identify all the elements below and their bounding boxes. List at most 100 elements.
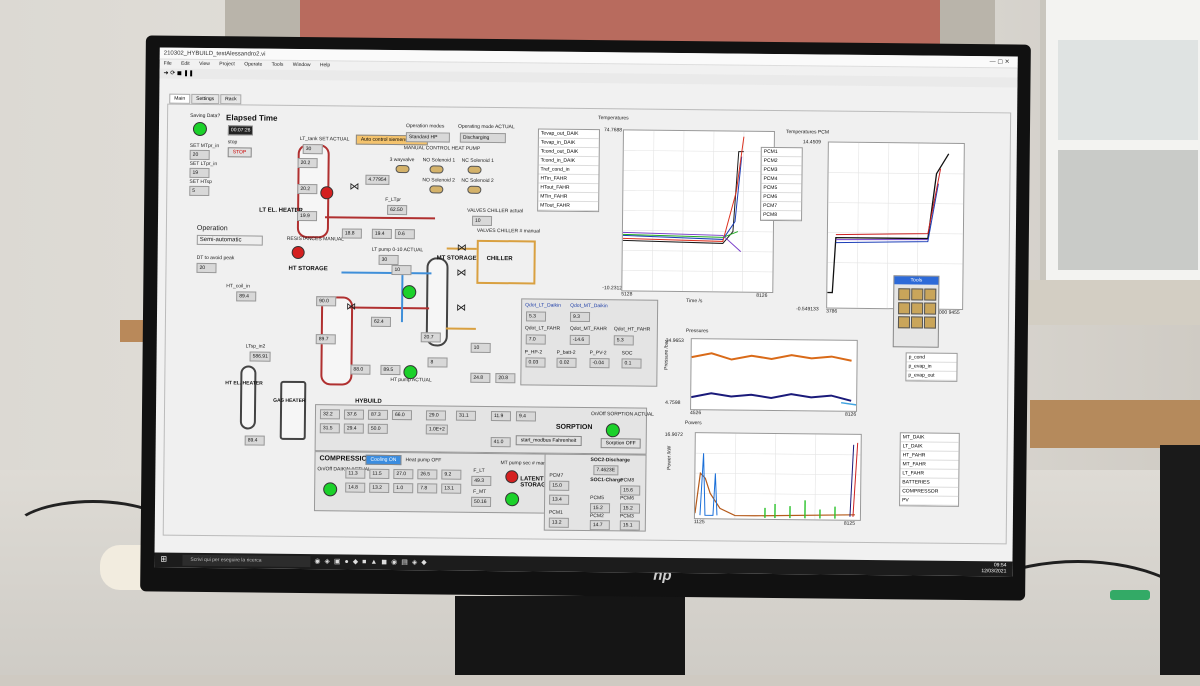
temps-xlabel: Time /s <box>686 298 702 304</box>
lt-tank-set-label: LT_tank SET ACTUAL <box>300 136 350 143</box>
tools-palette[interactable]: Tools <box>893 275 940 347</box>
menu-help[interactable]: Help <box>320 62 330 68</box>
p-batt-label: P_batt-2 <box>557 350 576 356</box>
comp-value: 13.2 <box>369 483 389 493</box>
taskbar-search[interactable]: Scrivi qui per eseguire la ricerca <box>182 555 310 567</box>
breakpoint-tool-icon[interactable] <box>898 316 910 328</box>
set-lt-input[interactable]: 19 <box>189 168 209 178</box>
resistance-led[interactable] <box>292 246 305 259</box>
scroll-tool-icon[interactable] <box>911 302 923 314</box>
lt-value[interactable]: 30 <box>379 255 399 265</box>
temps-chart[interactable] <box>621 129 775 293</box>
lt-value[interactable]: 10 <box>391 265 411 275</box>
no-solenoid2-toggle[interactable] <box>429 185 443 193</box>
cooling-on-button[interactable]: Cooling ON <box>365 455 401 465</box>
soc1-label: SOC1-Charge <box>590 477 623 483</box>
tab-main[interactable]: Main <box>169 94 190 104</box>
pcm5-label: PCM5 <box>590 495 604 501</box>
pointer-tool-icon[interactable] <box>898 288 910 300</box>
three-way-toggle[interactable] <box>396 165 410 173</box>
valve-icon[interactable]: ⋈ <box>349 182 359 193</box>
brush-tool-icon[interactable] <box>924 317 936 329</box>
lt-tank-set-value[interactable]: 30 <box>303 144 323 154</box>
p-batt-value: 0.02 <box>556 358 576 368</box>
menu-tools[interactable]: Tools <box>272 62 284 68</box>
sorption-led[interactable] <box>606 423 620 437</box>
mt-pump-actual-led[interactable] <box>505 492 519 506</box>
tools-title: Tools <box>894 276 938 284</box>
mt-value[interactable]: 8 <box>427 357 447 367</box>
nc-solenoid1-toggle[interactable] <box>468 166 482 174</box>
lt-pump-led[interactable] <box>402 285 416 299</box>
stop-button[interactable]: STOP <box>228 147 252 157</box>
valve-icon[interactable]: ⋈ <box>346 301 356 312</box>
tab-rack[interactable]: Rack <box>220 94 242 104</box>
legend-item[interactable]: PCM8 <box>761 211 801 220</box>
run-arrow-icon[interactable]: ➜ ⟳ ◼ ❚❚ <box>164 70 194 77</box>
color-tool-icon[interactable] <box>911 316 923 328</box>
ht-pump-led[interactable] <box>403 365 417 379</box>
text-tool-icon[interactable] <box>924 289 936 301</box>
window-controls[interactable]: — ▢ ✕ <box>990 56 1010 68</box>
legend-item[interactable]: PCM6 <box>761 193 801 202</box>
pcm2-value: 14.7 <box>590 520 610 530</box>
lt-value: 19.9 <box>297 211 317 221</box>
set-htsp-input[interactable]: 5 <box>189 186 209 196</box>
menu-operate[interactable]: Operate <box>244 61 262 67</box>
ht-el-heater-tank <box>240 365 257 429</box>
temps-xmax: 8126 <box>756 293 767 299</box>
wire-tool-icon[interactable] <box>898 302 910 314</box>
soc-value: 0.1 <box>621 358 641 368</box>
nc-solenoid2-toggle[interactable] <box>467 186 481 194</box>
taskbar-clock[interactable]: 09:54 12/03/2021 <box>981 562 1006 574</box>
menu-project[interactable]: Project <box>219 61 235 67</box>
saving-data-label: Saving Data? <box>190 113 220 119</box>
operation-select[interactable]: Semi-automatic <box>197 235 263 246</box>
hp-off-label: Heat pump OFF <box>405 457 441 463</box>
legend-item[interactable]: PCM1 <box>762 148 802 157</box>
menu-edit[interactable]: Edit <box>181 61 190 67</box>
legend-item[interactable]: PCM5 <box>761 184 801 193</box>
no-solenoid1-toggle[interactable] <box>430 165 444 173</box>
mt-pump-led[interactable] <box>505 470 518 483</box>
legend-item[interactable]: PCM4 <box>761 175 801 184</box>
sorption-section: 32.2 37.6 87.3 66.0 29.0 31.1 11.9 9.4 3… <box>315 404 647 454</box>
legend-item[interactable]: PV <box>900 496 958 506</box>
probe-tool-icon[interactable] <box>924 303 936 315</box>
grid-value: 87.3 <box>368 410 388 420</box>
lt-heater-led[interactable] <box>320 186 333 199</box>
tab-settings[interactable]: Settings <box>191 94 219 104</box>
set-mt-input[interactable]: 20 <box>190 150 210 160</box>
op-modes-select[interactable]: Standard HP <box>406 132 450 142</box>
valve-icon[interactable]: ⋈ <box>457 243 467 254</box>
sorption-off-button[interactable]: Sorption OFF <box>601 438 641 448</box>
ht-value[interactable]: 10 <box>471 343 491 353</box>
menu-window[interactable]: Window <box>293 62 311 68</box>
legend-item[interactable]: PCM7 <box>761 202 801 211</box>
windows-start-icon[interactable]: ⊞ <box>160 555 167 564</box>
legend-item[interactable]: PCM2 <box>762 157 802 166</box>
hand-tool-icon[interactable] <box>911 288 923 300</box>
mt-value: 4.77954 <box>365 175 389 185</box>
manual-hp-label: MANUAL CONTROL HEAT PUMP <box>404 145 480 152</box>
menu-file[interactable]: File <box>164 61 172 67</box>
taskbar-apps-icon[interactable]: ◉◈▣●◆■▲◼◉▤◈◆ <box>314 557 430 566</box>
comp-value: 11.3 <box>345 468 365 478</box>
press-chart[interactable] <box>690 338 858 412</box>
dt-input[interactable]: 20 <box>196 263 216 273</box>
valve-icon[interactable]: ⋈ <box>456 268 466 279</box>
legend-item[interactable]: PCM3 <box>762 166 802 175</box>
saving-data-led[interactable] <box>193 122 207 136</box>
modbus-button[interactable]: start_modbus Fahrenheit <box>516 435 582 446</box>
menu-view[interactable]: View <box>199 61 210 67</box>
comp-value: 26.5 <box>417 469 437 479</box>
power-chart[interactable] <box>694 432 862 521</box>
legend-item[interactable]: MTout_FAHR <box>538 201 598 211</box>
legend-item[interactable]: p_evap_out <box>906 371 956 381</box>
chiller-label: CHILLER <box>487 256 513 262</box>
f-mt-label: F_MT <box>473 489 486 495</box>
lt-pump-label: LT pump 0-10 ACTUAL <box>372 247 424 254</box>
valve-icon[interactable]: ⋈ <box>456 303 466 314</box>
daikin-led[interactable] <box>323 482 337 496</box>
temps-chart-title: Temperatures <box>598 115 629 121</box>
